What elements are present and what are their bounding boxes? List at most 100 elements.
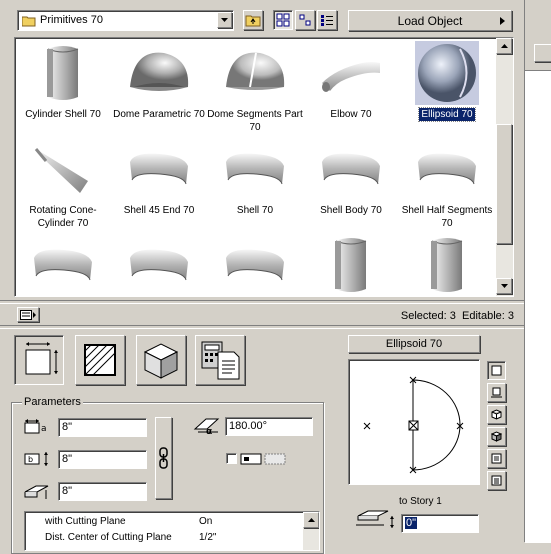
param-name: Dist. Center of Cutting Plane xyxy=(45,532,172,543)
height-input[interactable]: 8" xyxy=(58,482,147,501)
folder-up-button[interactable] xyxy=(243,10,263,30)
dome-segment-icon xyxy=(207,40,303,106)
svg-text:α: α xyxy=(206,427,212,435)
library-item[interactable]: Elbow 70 xyxy=(303,40,399,121)
library-select[interactable]: Primitives 70 xyxy=(17,10,234,31)
shell-icon xyxy=(303,136,399,202)
story-elevation-value: 0" xyxy=(405,517,418,529)
proportion-lock-button[interactable] xyxy=(155,417,172,499)
cylinder-shell-icon xyxy=(303,232,399,296)
side-window-button[interactable] xyxy=(534,44,551,62)
library-item-partial[interactable] xyxy=(111,232,207,296)
story-elevation-input[interactable]: 0" xyxy=(401,514,479,533)
parameters-list[interactable]: with Cutting Plane On Dist. Center of Cu… xyxy=(24,511,320,551)
scroll-down-button[interactable] xyxy=(496,278,512,294)
param-row[interactable]: with Cutting Plane xyxy=(45,516,126,527)
list-view-button[interactable] xyxy=(317,10,337,30)
library-item-label: Rotating Cone-Cylinder 70 xyxy=(29,205,97,229)
angle-icon: α xyxy=(193,418,220,435)
panel-toggle-icon xyxy=(20,309,36,320)
library-item-label: Cylinder Shell 70 xyxy=(25,109,101,120)
divider xyxy=(0,325,524,329)
chevron-right-icon xyxy=(500,17,505,25)
tab-geometry[interactable] xyxy=(14,335,64,385)
library-item-label: Ellipsoid 70 xyxy=(418,107,476,122)
folder-icon xyxy=(22,16,36,27)
library-item-partial[interactable] xyxy=(399,232,495,296)
view-3d-shaded-button[interactable] xyxy=(487,427,506,446)
library-item-partial[interactable] xyxy=(303,232,399,296)
plan-view-icon xyxy=(491,365,502,376)
view-3d-wire-button[interactable] xyxy=(487,405,506,424)
depth-input[interactable]: 8" xyxy=(58,450,147,469)
width-input[interactable]: 8" xyxy=(58,418,147,437)
svg-text:b: b xyxy=(28,455,33,464)
angle-input[interactable]: 180.00° xyxy=(225,417,313,436)
scroll-up-button[interactable] xyxy=(496,38,512,54)
library-item[interactable]: Shell Body 70 xyxy=(303,136,399,217)
cube-wire-icon xyxy=(491,409,502,420)
panel-toggle-button[interactable] xyxy=(17,307,39,322)
library-item-partial[interactable] xyxy=(15,232,111,296)
library-item[interactable]: Shell 45 End 70 xyxy=(111,136,207,217)
film-icon xyxy=(491,453,502,464)
ellipsoid-icon xyxy=(399,40,495,106)
load-object-button[interactable]: Load Object xyxy=(348,10,512,31)
scroll-thumb[interactable] xyxy=(496,124,512,244)
divider xyxy=(0,300,524,304)
tab-listing[interactable] xyxy=(195,335,245,385)
large-icons-view-button[interactable] xyxy=(273,10,293,30)
library-item-label: Dome Segments Part 70 xyxy=(207,109,303,133)
library-item-label: Dome Parametric 70 xyxy=(113,109,205,120)
mirror-checkbox[interactable] xyxy=(226,453,237,464)
hatched-section-icon xyxy=(84,344,116,376)
view-parameters-button[interactable] xyxy=(487,471,506,490)
calculator-document-icon xyxy=(201,341,240,380)
library-item[interactable]: Dome Segments Part 70 xyxy=(207,40,303,134)
library-item-label: Shell 45 End 70 xyxy=(123,205,195,216)
list-view-icon xyxy=(321,15,333,26)
view-picture-button[interactable] xyxy=(487,449,506,468)
library-item[interactable]: Rotating Cone-Cylinder 70 xyxy=(15,136,111,230)
library-item-label: Shell Half Segments 70 xyxy=(401,205,493,229)
cube-shaded-icon xyxy=(491,431,502,442)
param-name: with Cutting Plane xyxy=(45,516,126,527)
arrow-down-icon xyxy=(500,284,508,288)
params-scrollbar[interactable] xyxy=(303,512,319,550)
arrow-up-icon xyxy=(307,518,315,522)
library-item-label: Elbow 70 xyxy=(330,109,372,120)
shell-icon xyxy=(15,232,111,296)
svg-text:a: a xyxy=(41,424,47,434)
shell-icon xyxy=(111,232,207,296)
param-row[interactable]: Dist. Center of Cutting Plane xyxy=(45,532,172,543)
folder-up-icon xyxy=(245,15,261,27)
shell-icon xyxy=(207,136,303,202)
cube-icon xyxy=(143,343,179,379)
load-object-label: Load Object xyxy=(397,13,463,28)
view-plan-button[interactable] xyxy=(487,361,506,380)
scroll-up-button[interactable] xyxy=(303,512,319,528)
small-icons-icon xyxy=(299,14,311,26)
small-icons-view-button[interactable] xyxy=(295,10,315,30)
library-item[interactable]: Dome Parametric 70 xyxy=(111,40,207,121)
selection-status: Selected: 3 Editable: 3 xyxy=(400,310,514,322)
mirror-icon xyxy=(240,453,286,465)
library-item-partial[interactable] xyxy=(207,232,303,296)
tab-3d-model[interactable] xyxy=(136,335,186,385)
parameters-title: Parameters xyxy=(22,396,83,408)
tab-floor-plan[interactable] xyxy=(75,335,125,385)
library-item[interactable]: Cylinder Shell 70 xyxy=(15,40,111,121)
library-scrollbar[interactable] xyxy=(496,38,513,296)
param-value: 1/2" xyxy=(199,532,217,543)
library-item[interactable]: Shell Half Segments 70 xyxy=(399,136,495,230)
cylinder-shell-icon xyxy=(399,232,495,296)
library-item[interactable]: Ellipsoid 70 xyxy=(399,40,495,122)
view-section-button[interactable] xyxy=(487,383,506,402)
library-item[interactable]: Shell 70 xyxy=(207,136,303,217)
chain-link-icon xyxy=(159,447,168,469)
height-dimension-icon xyxy=(24,485,49,499)
cylinder-shell-icon xyxy=(15,40,111,106)
library-dropdown-button[interactable] xyxy=(217,12,232,28)
preview-title-bar: Ellipsoid 70 xyxy=(348,335,480,353)
elbow-icon xyxy=(303,40,399,106)
